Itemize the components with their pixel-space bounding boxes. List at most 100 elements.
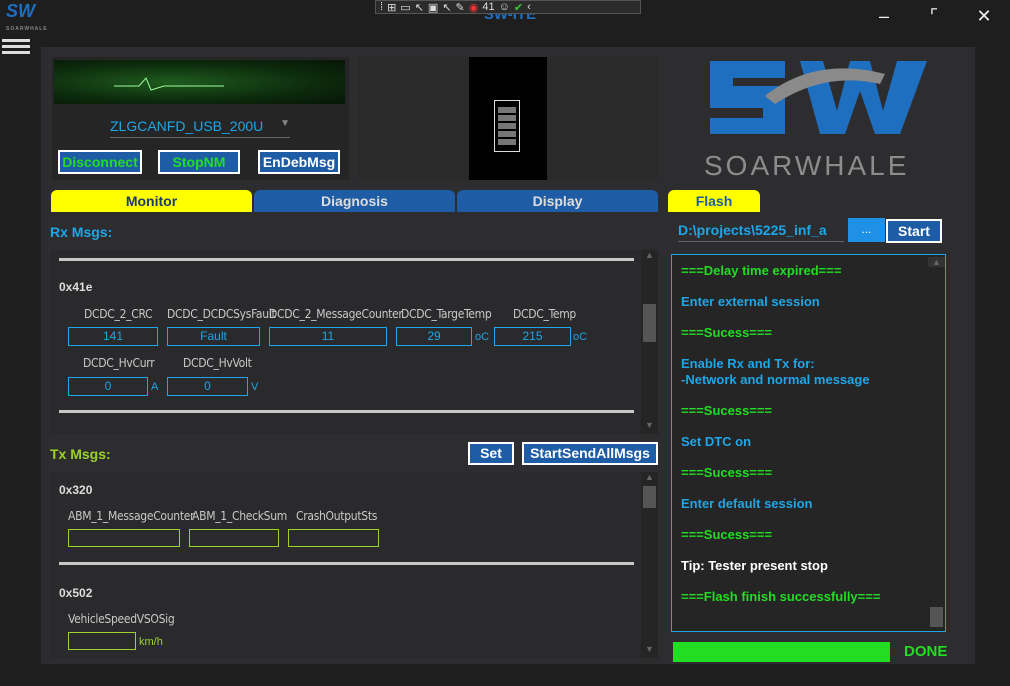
maximize-icon[interactable]: ⌜ <box>922 4 946 28</box>
signal-input[interactable] <box>68 632 136 650</box>
device-select[interactable]: ZLGCANFD_USB_200U ▼ <box>110 118 290 138</box>
signal-unit: A <box>151 381 159 393</box>
signal-value: 0 <box>167 377 248 396</box>
log-entry: Enter default session <box>681 496 813 511</box>
rx-scrollbar[interactable]: ▲ ▼ <box>641 250 658 434</box>
log-entry: Enter external session <box>681 294 820 309</box>
signal-value: 215 <box>494 327 571 346</box>
flash-progress-bar <box>673 642 890 662</box>
tx-message-id: 0x320 <box>59 483 93 497</box>
minimize-icon[interactable]: – <box>872 4 896 28</box>
tab-flash[interactable]: Flash <box>668 190 760 212</box>
accessibility-icon[interactable]: ☺ <box>499 1 510 13</box>
rx-panel: 0x41e DCDC_2_CRC DCDC_DCDCSysFault DCDC_… <box>50 250 658 434</box>
scroll-up-icon[interactable]: ▲ <box>641 472 658 482</box>
stopnm-button[interactable]: StopNM <box>158 150 240 174</box>
tab-monitor[interactable]: Monitor <box>51 190 252 212</box>
signal-value: Fault <box>167 327 260 346</box>
scroll-down-icon[interactable]: ▼ <box>641 420 658 430</box>
flash-status: DONE <box>904 643 948 660</box>
signal-label: DCDC_2_MessageCounter <box>269 307 403 321</box>
signal-label: DCDC_Temp <box>513 307 576 321</box>
scope-trace <box>114 77 224 91</box>
signal-value: 29 <box>396 327 472 346</box>
flash-log-list: ===Delay time expired=== Enter external s… <box>672 255 945 605</box>
signal-input[interactable] <box>189 529 279 547</box>
log-entry: ===Sucess=== <box>681 403 773 418</box>
window-icon[interactable]: ▣ <box>428 1 438 14</box>
disconnect-button[interactable]: Disconnect <box>58 150 142 174</box>
system-toolbar: ⁞ ⊞ ▭ ↖ ▣ ↖ ✎ ◉ 41 ☺ ✔ ‹ <box>375 0 641 14</box>
divider <box>59 410 634 413</box>
signal-value: 0 <box>68 377 148 396</box>
start-send-all-button[interactable]: StartSendAllMsgs <box>522 442 658 465</box>
app-logo: SW SOARWHALE <box>6 1 48 32</box>
flash-log: ===Delay time expired=== Enter external s… <box>671 254 946 632</box>
signal-unit: oC <box>475 331 490 343</box>
browse-button[interactable]: ... <box>848 218 885 242</box>
grip-icon: ⁞ <box>380 1 384 13</box>
pointer-icon[interactable]: ↖ <box>442 1 451 14</box>
rx-title: Rx Msgs: <box>50 224 113 240</box>
log-entry: Enable Rx and Tx for: -Network and norma… <box>681 356 870 387</box>
device-select-value: ZLGCANFD_USB_200U <box>110 118 264 134</box>
cursor-icon[interactable]: ↖ <box>415 1 424 14</box>
check-icon[interactable]: ✔ <box>514 1 523 14</box>
crop-icon[interactable]: ⊞ <box>387 1 396 14</box>
flash-path-input[interactable]: D:\projects\5225_inf_a <box>678 222 844 242</box>
video-icon[interactable]: ▭ <box>400 1 410 14</box>
endebmsg-button[interactable]: EnDebMsg <box>258 150 340 174</box>
log-scrollbar[interactable]: ▲ <box>928 255 945 631</box>
signal-label: CrashOutputSts <box>296 509 378 523</box>
rx-message-id: 0x41e <box>59 280 93 294</box>
flash-progress-fill <box>673 642 890 662</box>
log-entry: Set DTC on <box>681 434 752 449</box>
battery-icon <box>494 100 520 152</box>
signal-unit: km/h <box>139 636 163 648</box>
screen-preview <box>469 57 547 180</box>
log-entry: ===Sucess=== <box>681 465 773 480</box>
tx-title: Tx Msgs: <box>50 446 111 462</box>
signal-label: DCDC_HvVolt <box>183 356 252 370</box>
scroll-up-icon[interactable]: ▲ <box>928 257 945 267</box>
pen-icon[interactable]: ✎ <box>456 1 465 14</box>
tx-scrollbar[interactable]: ▲ ▼ <box>641 472 658 658</box>
chevron-down-icon: ▼ <box>280 118 290 129</box>
tx-panel: 0x320 ABM_1_MessageCounter ABM_1_CheckSu… <box>50 472 658 658</box>
divider <box>59 258 634 261</box>
close-icon[interactable]: ✕ <box>972 4 996 28</box>
log-entry: ===Sucess=== <box>681 325 773 340</box>
start-button[interactable]: Start <box>886 219 942 243</box>
scroll-thumb[interactable] <box>930 607 943 627</box>
signal-unit: V <box>251 381 259 393</box>
signal-unit: oC <box>573 331 588 343</box>
signal-input[interactable] <box>288 529 379 547</box>
signal-label: VehicleSpeedVSOSig <box>68 612 175 626</box>
collapse-icon[interactable]: ‹ <box>527 1 531 13</box>
set-button[interactable]: Set <box>468 442 514 465</box>
scroll-thumb[interactable] <box>643 304 656 342</box>
log-entry: ===Delay time expired=== <box>681 263 842 278</box>
signal-label: ABM_1_CheckSum <box>192 509 287 523</box>
signal-label: DCDC_TargeTemp <box>401 307 492 321</box>
brand-name: SOARWHALE <box>704 150 910 181</box>
signal-scope <box>54 60 345 104</box>
log-entry: ===Sucess=== <box>681 527 773 542</box>
signal-label: DCDC_DCDCSysFault <box>167 307 276 321</box>
record-icon[interactable]: ◉ <box>469 1 479 14</box>
tab-display[interactable]: Display <box>457 190 658 212</box>
scroll-thumb[interactable] <box>643 486 656 508</box>
signal-input[interactable] <box>68 529 180 547</box>
brand-mark <box>710 61 927 134</box>
scroll-down-icon[interactable]: ▼ <box>641 644 658 654</box>
divider <box>59 562 634 565</box>
signal-value: 11 <box>269 327 387 346</box>
display-preview <box>358 57 658 180</box>
signal-value: 141 <box>68 327 158 346</box>
signal-label: DCDC_2_CRC <box>84 307 153 321</box>
tab-diagnosis[interactable]: Diagnosis <box>254 190 455 212</box>
menu-icon[interactable] <box>2 36 30 60</box>
log-entry: Tip: Tester present stop <box>681 558 828 573</box>
scroll-up-icon[interactable]: ▲ <box>641 250 658 260</box>
notification-count: 41 <box>482 1 495 13</box>
